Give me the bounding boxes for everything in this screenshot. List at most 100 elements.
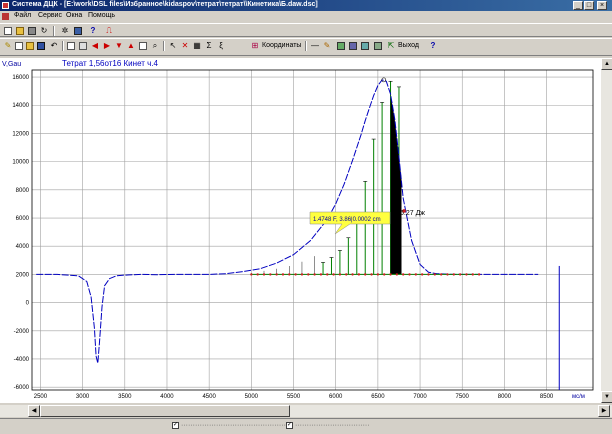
- window-title: Система ДЦК - [E:\work\DSL files\Избранн…: [12, 1, 318, 8]
- signal-line: [36, 79, 539, 364]
- pen-icon[interactable]: ✎: [322, 41, 332, 51]
- menu-service[interactable]: Сервис: [38, 12, 62, 19]
- save-plot-icon[interactable]: [36, 41, 46, 51]
- refresh-icon[interactable]: ↻: [39, 26, 49, 36]
- page-icon[interactable]: [66, 41, 76, 51]
- tool-icon[interactable]: ✎: [3, 41, 13, 51]
- monitor-icon[interactable]: [73, 26, 83, 36]
- y-tick-label: 2000: [16, 272, 30, 278]
- menu-windows[interactable]: Окна: [66, 12, 82, 19]
- spectrum-icon[interactable]: ξ: [216, 41, 226, 51]
- chart-svg[interactable]: 2500 3000 3500 4000 4500 5000 5500 6000 6500 7000…: [0, 58, 600, 403]
- baseline-marker: [465, 273, 468, 276]
- baseline-marker: [326, 273, 329, 276]
- menu-help[interactable]: Помощь: [88, 12, 115, 19]
- x-tick-label: 8500: [540, 394, 554, 400]
- y-tick-label: 16000: [12, 75, 29, 81]
- arrow-left-icon[interactable]: ◀: [90, 41, 100, 51]
- exit-icon: ⇱: [387, 41, 395, 50]
- help2-icon[interactable]: ?: [428, 41, 438, 51]
- signal-curve: [36, 79, 560, 390]
- line-icon[interactable]: —: [310, 41, 320, 51]
- table-icon-4[interactable]: [373, 41, 383, 51]
- undo-icon[interactable]: ↶: [49, 41, 59, 51]
- toolbar-plot: ✎ ↶ ◀ ▶ ▼ ▲ ⌕ ↖ ✕ ▦ Σ ξ ⊞ Координаты — ✎…: [0, 38, 612, 56]
- scroll-thumb[interactable]: [40, 405, 290, 417]
- baseline-marker: [338, 273, 342, 276]
- sigma-icon[interactable]: Σ: [204, 41, 214, 51]
- y-tick-label: -6000: [14, 385, 30, 391]
- pulse-icon[interactable]: ⎍: [104, 26, 114, 36]
- y-tick-label: 8000: [16, 188, 30, 194]
- copy-icon[interactable]: [78, 41, 88, 51]
- y-tick-label: 6000: [16, 216, 30, 222]
- grid-icon[interactable]: ▦: [192, 41, 202, 51]
- menu-file[interactable]: Файл: [14, 12, 31, 19]
- scroll-left-icon[interactable]: ◀: [28, 405, 40, 417]
- document-icon[interactable]: [2, 13, 9, 20]
- baseline-marker: [376, 273, 380, 276]
- help-icon[interactable]: ?: [88, 26, 98, 36]
- minimize-button[interactable]: _: [573, 1, 583, 10]
- open-folder-icon[interactable]: [15, 26, 25, 36]
- arrow-right-icon[interactable]: ▶: [102, 41, 112, 51]
- panel-title: Тетрат 1,56от16 Кинет ч.4: [62, 59, 159, 68]
- baseline-marker: [357, 273, 361, 276]
- baseline-marker: [281, 273, 285, 276]
- baseline-marker: [307, 273, 310, 276]
- title-bar[interactable]: Система ДЦК - [E:\work\DSL files\Избранн…: [0, 0, 612, 11]
- new-plot-icon[interactable]: [14, 41, 24, 51]
- table-icon-1[interactable]: [336, 41, 346, 51]
- y-unit-label: V,Gau: [2, 61, 21, 68]
- integration-fill: [390, 93, 402, 275]
- zoom-icon[interactable]: ⌕: [150, 41, 160, 51]
- baseline-marker: [477, 273, 481, 276]
- horizontal-scrollbar[interactable]: ◀ ▶: [0, 405, 612, 417]
- baseline-marker: [408, 273, 411, 276]
- baseline-marker: [414, 273, 418, 276]
- scroll-down-icon[interactable]: ▼: [601, 391, 612, 403]
- checkbox-option-2[interactable]: ✓ ································: [286, 422, 370, 429]
- menu-bar: Файл Сервис Окна Помощь: [0, 11, 612, 22]
- settings-icon[interactable]: ✲: [60, 26, 70, 36]
- scroll-up-icon[interactable]: ▲: [601, 58, 612, 70]
- marker-icon[interactable]: ✕: [180, 41, 190, 51]
- baseline-marker: [420, 273, 424, 276]
- close-button[interactable]: ×: [597, 1, 607, 10]
- baseline-marker: [452, 273, 456, 276]
- axes-button[interactable]: Координаты: [262, 42, 301, 49]
- table-icon-3[interactable]: [360, 41, 370, 51]
- arrow-down-icon[interactable]: ▼: [114, 41, 124, 51]
- baseline-marker: [332, 273, 335, 276]
- checkbox-option-1[interactable]: ✓ ·······································…: [172, 422, 286, 429]
- baseline-marker: [433, 273, 437, 276]
- baseline-marker: [395, 273, 399, 276]
- baseline-marker: [313, 273, 316, 276]
- maximize-button[interactable]: □: [584, 1, 594, 10]
- select-icon[interactable]: [138, 41, 148, 51]
- baseline-marker: [319, 273, 323, 276]
- chart-grid: [32, 70, 593, 390]
- integration-band: [390, 93, 402, 275]
- baseline-marker: [345, 273, 348, 276]
- tick-labels: 2500 3000 3500 4000 4500 5000 5500 6000 6500 7000…: [12, 75, 554, 400]
- print-icon[interactable]: [27, 26, 37, 36]
- new-file-icon[interactable]: [3, 26, 13, 36]
- y-tick-label: -2000: [14, 329, 30, 335]
- table-icon-2[interactable]: [348, 41, 358, 51]
- plot-frame: [31, 69, 594, 391]
- open-plot-icon[interactable]: [25, 41, 35, 51]
- scroll-right-icon[interactable]: ▶: [598, 405, 610, 417]
- plot-area[interactable]: 2500 3000 3500 4000 4500 5000 5500 6000 6500 7000…: [0, 58, 600, 403]
- x-tick-label: 7000: [413, 394, 427, 400]
- x-unit-label: мс/м: [572, 394, 585, 400]
- y-tick-label: 0: [26, 301, 30, 307]
- energy-annotation: 6.27 Дж: [400, 210, 425, 217]
- x-tick-label: 7500: [456, 394, 470, 400]
- cursor-icon[interactable]: ↖: [168, 41, 178, 51]
- baseline-marker: [458, 273, 462, 276]
- vertical-scrollbar[interactable]: ▲ ▼: [600, 58, 612, 403]
- x-tick-label: 5500: [287, 394, 301, 400]
- arrow-up-icon[interactable]: ▲: [126, 41, 136, 51]
- exit-button[interactable]: Выход: [398, 42, 419, 49]
